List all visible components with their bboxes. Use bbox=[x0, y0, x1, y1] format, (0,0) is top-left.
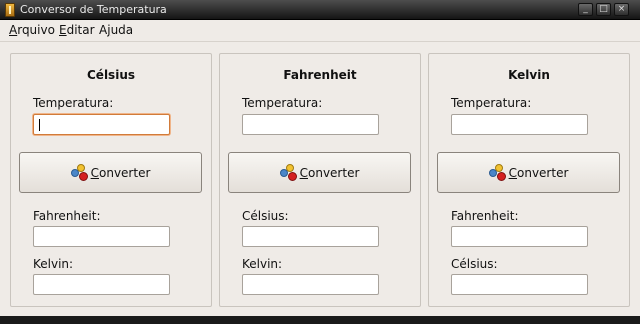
app-window: Conversor de Temperatura _ □ × Arquivo E… bbox=[0, 0, 640, 324]
menu-ajuda[interactable]: Ajuda bbox=[99, 23, 133, 37]
fahrenheit-label: Fahrenheit: bbox=[33, 209, 101, 223]
window-title: Conversor de Temperatura bbox=[20, 3, 167, 16]
kelvin-fahrenheit-output[interactable] bbox=[451, 226, 588, 247]
celsius-fahrenheit-output[interactable] bbox=[33, 226, 170, 247]
menu-editar-rest: ditar bbox=[66, 23, 95, 37]
close-button[interactable]: × bbox=[614, 3, 629, 16]
celsius-label: Célsius: bbox=[242, 209, 289, 223]
panel-celsius: Célsius Temperatura: Converter Fahrenhei… bbox=[10, 53, 212, 307]
title-bar[interactable]: Conversor de Temperatura _ □ × bbox=[0, 0, 640, 20]
convert-icon bbox=[70, 163, 89, 182]
menu-arquivo-rest: rquivo bbox=[17, 23, 55, 37]
panel-title: Kelvin bbox=[508, 68, 550, 82]
window-bottom-edge bbox=[0, 316, 640, 324]
kelvin-label: Kelvin: bbox=[33, 257, 74, 271]
menu-arquivo-mnemonic: A bbox=[9, 23, 18, 37]
menu-ajuda-pre: A bbox=[99, 23, 108, 37]
celsius-kelvin-output[interactable] bbox=[33, 274, 170, 295]
kelvin-temperature-input[interactable] bbox=[451, 114, 588, 135]
menu-arquivo[interactable]: Arquivo bbox=[9, 23, 55, 37]
convert-icon bbox=[488, 163, 507, 182]
convert-button-label: Converter bbox=[299, 165, 360, 180]
temperature-label: Temperatura: bbox=[33, 96, 114, 110]
fahrenheit-celsius-output[interactable] bbox=[242, 226, 379, 247]
celsius-label: Célsius: bbox=[451, 257, 498, 271]
convert-button-label: Converter bbox=[508, 165, 569, 180]
temperature-label: Temperatura: bbox=[242, 96, 323, 110]
menu-ajuda-rest: uda bbox=[110, 23, 134, 37]
fahrenheit-temperature-input[interactable] bbox=[242, 114, 379, 135]
kelvin-convert-button[interactable]: Converter bbox=[437, 152, 620, 193]
app-icon bbox=[5, 3, 15, 17]
menu-editar-mnemonic: E bbox=[59, 23, 67, 37]
convert-button-label: Converter bbox=[90, 165, 151, 180]
panel-title: Célsius bbox=[87, 68, 135, 82]
maximize-button[interactable]: □ bbox=[596, 3, 611, 16]
menu-editar[interactable]: Editar bbox=[59, 23, 95, 37]
fahrenheit-kelvin-output[interactable] bbox=[242, 274, 379, 295]
kelvin-celsius-output[interactable] bbox=[451, 274, 588, 295]
kelvin-label: Kelvin: bbox=[242, 257, 283, 271]
temperature-label: Temperatura: bbox=[451, 96, 532, 110]
celsius-convert-button[interactable]: Converter bbox=[19, 152, 202, 193]
text-cursor bbox=[39, 119, 40, 131]
minimize-button[interactable]: _ bbox=[578, 3, 593, 16]
convert-icon bbox=[279, 163, 298, 182]
menu-bar: Arquivo Editar Ajuda bbox=[0, 20, 640, 42]
panel-kelvin: Kelvin Temperatura: Converter Fahrenheit… bbox=[428, 53, 630, 307]
fahrenheit-convert-button[interactable]: Converter bbox=[228, 152, 411, 193]
panel-title: Fahrenheit bbox=[283, 68, 357, 82]
fahrenheit-label: Fahrenheit: bbox=[451, 209, 519, 223]
panel-fahrenheit: Fahrenheit Temperatura: Converter Célsiu… bbox=[219, 53, 421, 307]
celsius-temperature-input[interactable] bbox=[33, 114, 170, 135]
